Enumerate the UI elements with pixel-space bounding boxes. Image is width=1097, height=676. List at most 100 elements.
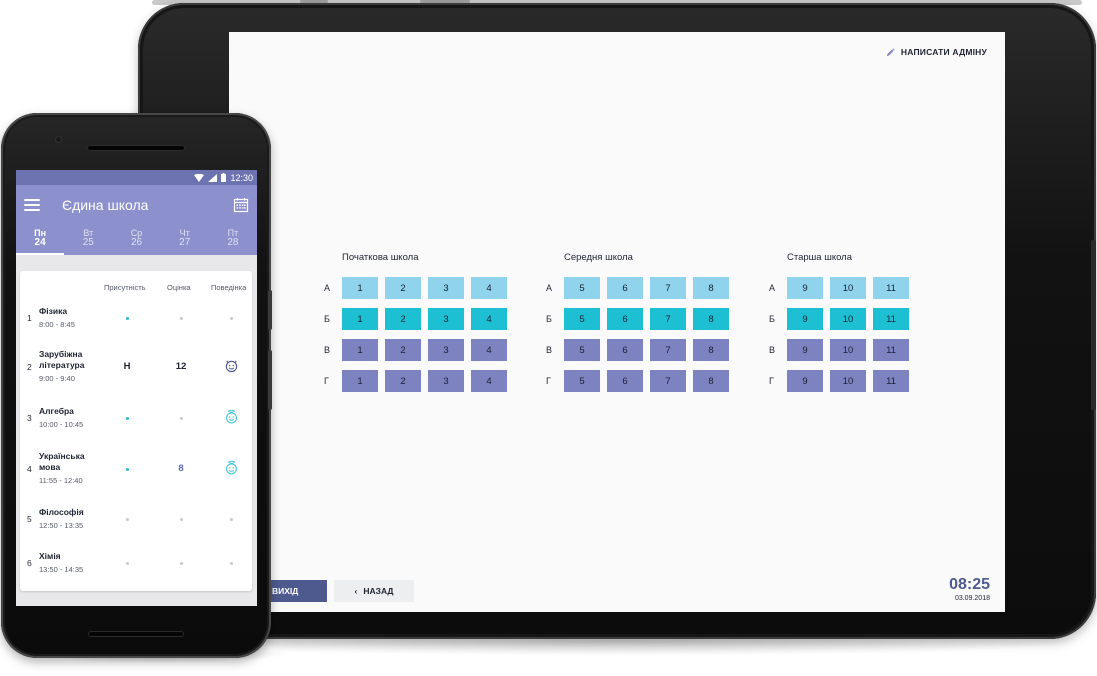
column-header-attendance: Присутність [104, 283, 146, 292]
behavior-cell [211, 312, 251, 323]
lesson-time: 11:55 - 12:40 [39, 476, 83, 485]
class-button[interactable]: 11 [873, 339, 909, 361]
class-row: Г 1234 [318, 370, 514, 392]
class-button[interactable]: 9 [787, 277, 823, 299]
class-letter: Г [769, 376, 774, 386]
class-button[interactable]: 1 [342, 370, 378, 392]
class-button[interactable]: 5 [564, 277, 600, 299]
present-dot [125, 417, 129, 420]
class-button[interactable]: 7 [650, 370, 686, 392]
class-button[interactable]: 2 [385, 308, 421, 330]
class-letter: В [324, 345, 331, 355]
grade-value: 12 [175, 361, 187, 372]
class-button[interactable]: 4 [471, 277, 507, 299]
class-letter: Г [546, 376, 551, 386]
class-button[interactable]: 7 [650, 277, 686, 299]
app-bar: Єдина школа [16, 185, 257, 225]
class-button[interactable]: 8 [693, 308, 729, 330]
class-button[interactable]: 11 [873, 277, 909, 299]
class-button[interactable]: 7 [650, 339, 686, 361]
class-button[interactable]: 3 [428, 277, 464, 299]
class-row: Г 5678 [540, 370, 736, 392]
class-button[interactable]: 6 [607, 308, 643, 330]
app-title: Єдина школа [62, 197, 149, 213]
class-button[interactable]: 1 [342, 308, 378, 330]
device-mockup-scene: НАПИСАТИ АДМІНУ Початкова школа А 1 2 3 4 Б 1 2 3… [0, 0, 1097, 676]
school-group-title: Старша школа [787, 252, 853, 263]
behavior-cell [211, 409, 251, 427]
class-button[interactable]: 11 [873, 308, 909, 330]
class-button[interactable]: 6 [607, 277, 643, 299]
class-button[interactable]: 5 [564, 308, 600, 330]
class-button[interactable]: 10 [830, 370, 866, 392]
chevron-left-icon: ‹ [354, 586, 358, 596]
class-button[interactable]: 1 [342, 339, 378, 361]
day-tab[interactable]: Пт 28 [209, 225, 257, 255]
class-button[interactable]: 5 [564, 339, 600, 361]
class-button[interactable]: 6 [607, 370, 643, 392]
class-button[interactable]: 10 [830, 308, 866, 330]
lesson-name: Фізика [39, 306, 68, 316]
class-button[interactable]: 8 [693, 277, 729, 299]
angel-icon [225, 460, 237, 475]
day-tab[interactable]: Пн 24 [16, 225, 65, 255]
lesson-name-block: Філософія 12:50 - 13:35 [39, 507, 104, 531]
empty-dot [179, 317, 183, 320]
back-label: НАЗАД [363, 586, 394, 596]
class-button[interactable]: 11 [873, 370, 909, 392]
class-button[interactable]: 3 [428, 308, 464, 330]
class-button[interactable]: 3 [428, 370, 464, 392]
class-letter: Б [324, 314, 330, 324]
clock-date: 03.09.2018 [954, 595, 990, 602]
write-admin-link[interactable]: НАПИСАТИ АДМІНУ [886, 47, 987, 57]
lesson-time: 8:00 - 8:45 [39, 320, 75, 329]
class-button[interactable]: 1 [342, 277, 378, 299]
class-button[interactable]: 2 [385, 277, 421, 299]
class-button[interactable]: 9 [787, 308, 823, 330]
class-button[interactable]: 5 [564, 370, 600, 392]
lesson-time: 10:00 - 10:45 [39, 420, 84, 429]
class-button[interactable]: 9 [787, 339, 823, 361]
back-button[interactable]: ‹ НАЗАД [334, 580, 414, 602]
phone-earpiece [87, 145, 185, 151]
day-number: 26 [130, 237, 143, 248]
day-tab[interactable]: Чт 27 [161, 225, 209, 255]
class-button[interactable]: 4 [471, 308, 507, 330]
signal-icon [208, 173, 218, 182]
lesson-time: 12:50 - 13:35 [39, 521, 84, 530]
class-letter: Б [769, 314, 775, 324]
lesson-number: 2 [27, 362, 32, 372]
class-button[interactable]: 8 [693, 339, 729, 361]
class-button[interactable]: 10 [830, 277, 866, 299]
class-row: В 1234 [318, 339, 514, 361]
class-button[interactable]: 2 [385, 370, 421, 392]
class-button[interactable]: 4 [471, 339, 507, 361]
grade-cell: 8 [161, 463, 201, 474]
calendar-icon[interactable] [233, 197, 249, 213]
menu-icon[interactable] [24, 199, 40, 211]
class-button[interactable]: 4 [471, 370, 507, 392]
day-number: 24 [34, 237, 46, 248]
empty-dot [229, 562, 233, 565]
pencil-icon [886, 47, 895, 56]
lesson-name-block: Зарубіжна література 9:00 - 9:40 [39, 349, 104, 384]
status-bar: 12:30 [16, 170, 257, 185]
class-button[interactable]: 6 [607, 339, 643, 361]
day-tab[interactable]: Ср 26 [112, 225, 160, 255]
class-button[interactable]: 9 [787, 370, 823, 392]
class-letter: А [324, 283, 331, 293]
lesson-name-block: Алгебра 10:00 - 10:45 [39, 406, 104, 430]
class-button[interactable]: 3 [428, 339, 464, 361]
class-button[interactable]: 8 [693, 370, 729, 392]
attendance-cell [107, 312, 147, 323]
class-button[interactable]: 7 [650, 308, 686, 330]
class-letter: А [546, 283, 553, 293]
class-row: Б 9 10 11 [763, 308, 916, 330]
school-group: Початкова школа А 1 2 3 4 Б 1 2 3 4 В 1 2 3 4 Г 1 2 3 4 [318, 252, 514, 401]
week-days-tabs: Пн 24 Вт 25 Ср 26 Чт 27 Пт 28 [16, 225, 257, 255]
class-button[interactable]: 10 [830, 339, 866, 361]
day-tab[interactable]: Вт 25 [64, 225, 112, 255]
exit-button[interactable]: ВИХІД [265, 580, 327, 602]
class-letter: А [769, 283, 776, 293]
class-button[interactable]: 2 [385, 339, 421, 361]
